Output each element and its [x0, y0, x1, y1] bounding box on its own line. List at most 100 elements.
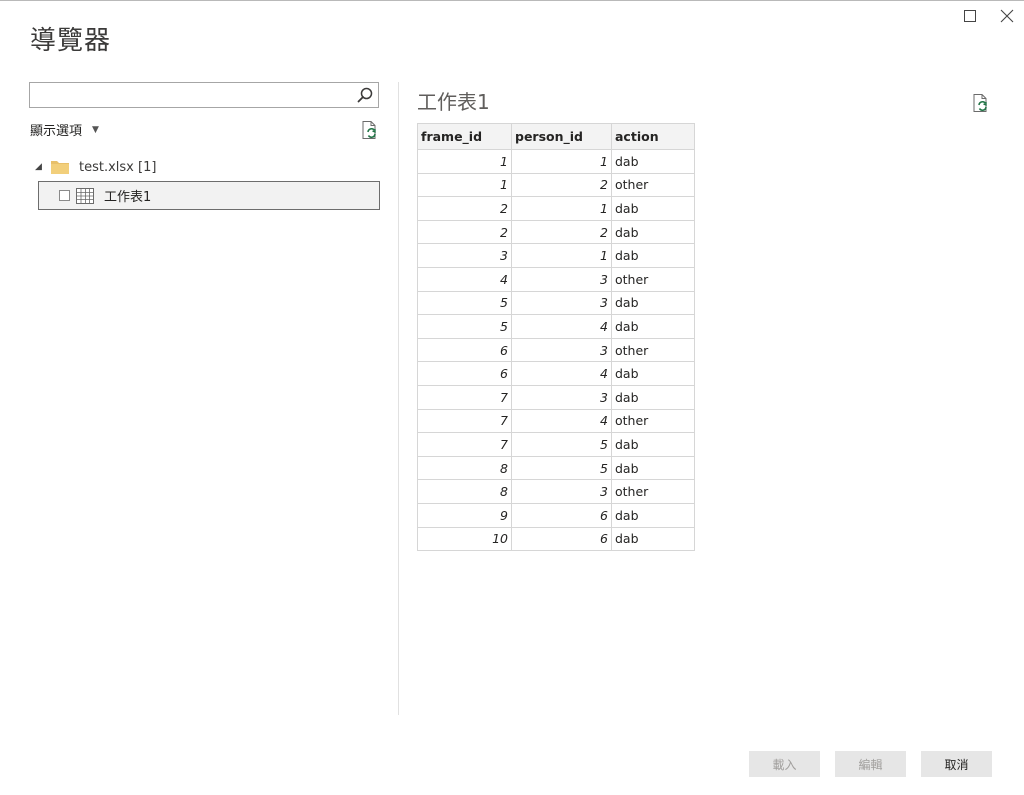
- table-cell: 4: [417, 266, 512, 292]
- table-cell: 3: [511, 384, 612, 410]
- maximize-button[interactable]: [958, 4, 982, 28]
- table-cell: other: [611, 266, 695, 292]
- table-cell: dab: [611, 455, 695, 481]
- refresh-icon[interactable]: [360, 120, 380, 140]
- table-cell: dab: [611, 243, 695, 268]
- table-cell: 8: [417, 479, 512, 504]
- table-cell: dab: [611, 432, 695, 457]
- table-body: 1 1 dab 1 2 other 2 1 dab 2 2 dab 3 1 dab 4 3 other 5 3 dab 5…: [417, 149, 695, 552]
- table-cell: 6: [417, 337, 512, 363]
- preview-title: 工作表1: [417, 90, 490, 114]
- table-cell: dab: [611, 314, 695, 339]
- table-row: 3 1 dab: [417, 243, 695, 268]
- table-row: 5 4 dab: [417, 314, 695, 339]
- table-cell: 5: [417, 314, 512, 339]
- chevron-down-icon: ▼: [92, 124, 99, 135]
- table-row: 6 4 dab: [417, 361, 695, 386]
- folder-icon: [51, 161, 69, 174]
- table-cell: 6: [417, 361, 512, 386]
- table-cell: 1: [417, 172, 512, 198]
- sheet-checkbox[interactable]: [59, 190, 70, 201]
- edit-button[interactable]: 編輯: [835, 751, 906, 777]
- table-cell: dab: [611, 384, 695, 410]
- table-cell: 1: [511, 196, 612, 221]
- table-row: 8 5 dab: [417, 455, 695, 481]
- table-row: 7 4 other: [417, 408, 695, 434]
- table-cell: dab: [611, 361, 695, 386]
- table-row: 1 2 other: [417, 172, 695, 198]
- column-header: frame_id: [417, 123, 512, 150]
- table-cell: 4: [511, 314, 612, 339]
- table-icon: [76, 187, 94, 204]
- table-row: 4 3 other: [417, 266, 695, 292]
- table-cell: other: [611, 172, 695, 198]
- refresh-preview-icon[interactable]: [971, 93, 991, 113]
- table-cell: 7: [417, 408, 512, 434]
- table-cell: 7: [417, 432, 512, 457]
- table-cell: 5: [417, 290, 512, 316]
- cancel-button[interactable]: 取消: [921, 751, 992, 777]
- expand-triangle-icon[interactable]: ◢: [35, 162, 47, 172]
- table-cell: 10: [417, 526, 512, 552]
- table-cell: 5: [511, 432, 612, 457]
- table-cell: 3: [511, 337, 612, 363]
- display-options-label: 顯示選項: [30, 124, 83, 139]
- table-row: 5 3 dab: [417, 290, 695, 316]
- table-cell: 3: [511, 266, 612, 292]
- table-cell: dab: [611, 290, 695, 316]
- table-cell: 2: [417, 196, 512, 221]
- table-cell: 4: [511, 361, 612, 386]
- table-cell: 1: [417, 149, 512, 174]
- table-row: 7 3 dab: [417, 384, 695, 410]
- table-cell: 2: [511, 219, 612, 245]
- table-cell: 1: [511, 243, 612, 268]
- table-row: 1 1 dab: [417, 149, 695, 174]
- search-input[interactable]: [30, 83, 362, 107]
- window-title: 導覽器: [30, 26, 112, 56]
- table-row: 8 3 other: [417, 479, 695, 504]
- table-cell: dab: [611, 526, 695, 552]
- display-options-dropdown[interactable]: 顯示選項 ▼: [30, 120, 99, 139]
- tree-item-label: 工作表1: [104, 190, 152, 205]
- table-cell: dab: [611, 219, 695, 245]
- table-cell: other: [611, 337, 695, 363]
- table-cell: 6: [511, 502, 612, 528]
- table-row: 2 2 dab: [417, 219, 695, 245]
- maximize-icon: [964, 10, 976, 22]
- table-cell: dab: [611, 149, 695, 174]
- table-cell: dab: [611, 196, 695, 221]
- table-cell: 1: [511, 149, 612, 174]
- close-icon: [1000, 9, 1014, 23]
- load-button[interactable]: 載入: [749, 751, 820, 777]
- table-cell: 3: [511, 479, 612, 504]
- tree-item-sheet1[interactable]: 工作表1: [38, 181, 380, 210]
- table-row: 6 3 other: [417, 337, 695, 363]
- table-cell: 3: [511, 290, 612, 316]
- table-cell: 4: [511, 408, 612, 434]
- table-cell: dab: [611, 502, 695, 528]
- table-cell: 2: [511, 172, 612, 198]
- table-cell: other: [611, 479, 695, 504]
- search-icon[interactable]: [356, 86, 374, 104]
- close-button[interactable]: [995, 4, 1019, 28]
- table-row: 7 5 dab: [417, 432, 695, 457]
- table-row: 2 1 dab: [417, 196, 695, 221]
- table-cell: 8: [417, 455, 512, 481]
- column-header: person_id: [511, 123, 612, 150]
- table-cell: 6: [511, 526, 612, 552]
- table-cell: 2: [417, 219, 512, 245]
- table-cell: 9: [417, 502, 512, 528]
- table-cell: other: [611, 408, 695, 434]
- table-header-row: frame_id person_id action: [417, 123, 695, 150]
- preview-table: frame_id person_id action 1 1 dab 1 2 other 2 1…: [417, 123, 695, 552]
- search-box[interactable]: [29, 82, 379, 108]
- column-header: action: [611, 123, 695, 150]
- tree-folder-test-xlsx[interactable]: ◢ test.xlsx [1]: [35, 157, 156, 177]
- table-cell: 7: [417, 384, 512, 410]
- folder-label: test.xlsx [1]: [79, 159, 157, 175]
- table-row: 9 6 dab: [417, 502, 695, 528]
- panel-divider: [398, 82, 399, 715]
- table-cell: 5: [511, 455, 612, 481]
- window-top-border: [0, 0, 1024, 1]
- table-row: 10 6 dab: [417, 526, 695, 552]
